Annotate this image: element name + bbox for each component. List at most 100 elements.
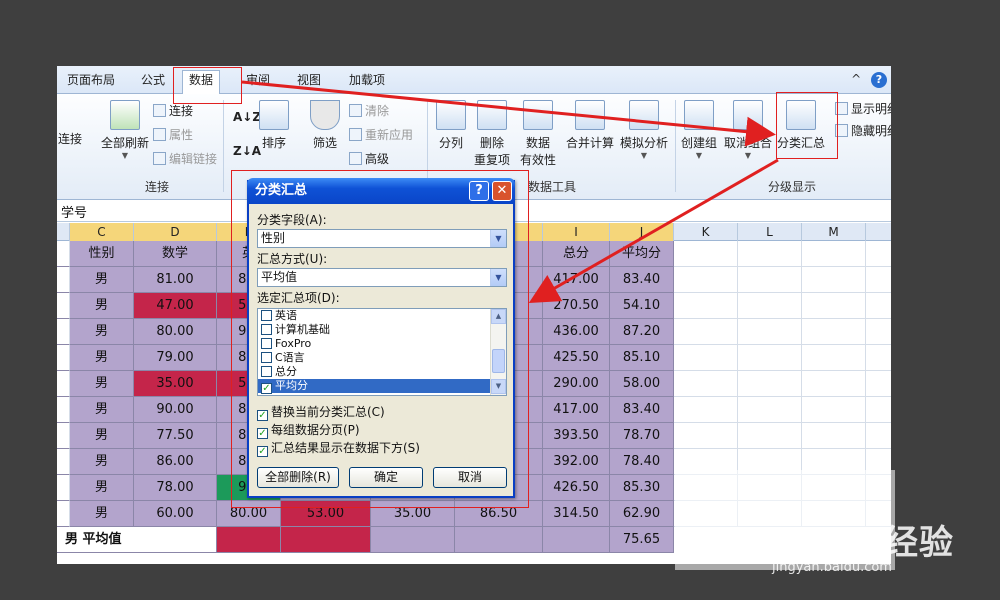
cell[interactable]: 85.10: [610, 345, 674, 371]
checkbox-icon[interactable]: [261, 338, 272, 349]
connections-button[interactable]: 连接: [153, 102, 193, 119]
cell[interactable]: 83.40: [610, 267, 674, 293]
cell[interactable]: 85.30: [610, 475, 674, 501]
dialog-close-icon[interactable]: ✕: [492, 181, 512, 201]
checkbox-checked-icon[interactable]: ✓: [261, 383, 272, 394]
cell[interactable]: 417.00: [543, 397, 610, 423]
cell[interactable]: [674, 397, 738, 423]
tab-addins[interactable]: 加载项: [343, 71, 391, 93]
cell[interactable]: 男: [70, 475, 134, 501]
cell[interactable]: [738, 319, 802, 345]
cell[interactable]: [738, 267, 802, 293]
column-header[interactable]: L: [738, 223, 802, 241]
list-item[interactable]: ✓ 平均分: [258, 379, 506, 394]
summary-label[interactable]: 男 平均值: [57, 527, 217, 553]
show-detail-button[interactable]: 显示明细: [835, 100, 891, 117]
sort-button[interactable]: 排序: [257, 100, 291, 151]
group-button[interactable]: 创建组 ▼: [679, 100, 719, 160]
list-item[interactable]: 计算机基础: [258, 323, 506, 337]
cell[interactable]: 男: [70, 371, 134, 397]
option-below[interactable]: ✓ 汇总结果显示在数据下方(S): [257, 439, 420, 457]
cell[interactable]: 425.50: [543, 345, 610, 371]
cell[interactable]: [866, 345, 891, 371]
row-header[interactable]: [57, 319, 70, 345]
cell[interactable]: 58.00: [610, 371, 674, 397]
dialog-help-icon[interactable]: ?: [469, 181, 489, 201]
ungroup-button[interactable]: 取消组合 ▼: [721, 100, 775, 160]
summary-avg[interactable]: 75.65: [610, 527, 674, 553]
cell[interactable]: [281, 527, 371, 553]
cell[interactable]: 男: [70, 319, 134, 345]
cell[interactable]: [802, 423, 866, 449]
cell[interactable]: [674, 319, 738, 345]
column-header[interactable]: J: [610, 223, 674, 241]
cell[interactable]: 35.00: [134, 371, 217, 397]
checkbox-checked-icon[interactable]: ✓: [257, 428, 268, 439]
cell[interactable]: 436.00: [543, 319, 610, 345]
checkbox-icon[interactable]: [261, 324, 272, 335]
cell[interactable]: 数学: [134, 241, 217, 267]
cell[interactable]: 男: [70, 267, 134, 293]
cell[interactable]: 77.50: [134, 423, 217, 449]
minimize-ribbon-icon[interactable]: ^: [851, 72, 861, 86]
cell[interactable]: [371, 527, 455, 553]
column-header[interactable]: C: [70, 223, 134, 241]
filter-button[interactable]: 筛选: [307, 100, 343, 151]
checkbox-checked-icon[interactable]: ✓: [257, 446, 268, 457]
cell[interactable]: 417.00: [543, 267, 610, 293]
advanced-button[interactable]: 高级: [349, 150, 389, 167]
row-header[interactable]: [57, 371, 70, 397]
cell[interactable]: 78.70: [610, 423, 674, 449]
list-item[interactable]: 总分: [258, 365, 506, 379]
properties-button[interactable]: 属性: [153, 126, 193, 143]
row-header[interactable]: [57, 475, 70, 501]
cell[interactable]: [738, 241, 802, 267]
cell[interactable]: 男: [70, 449, 134, 475]
cell[interactable]: [802, 345, 866, 371]
reapply-button[interactable]: 重新应用: [349, 126, 413, 143]
cell[interactable]: 男: [70, 423, 134, 449]
edit-links-button[interactable]: 编辑链接: [153, 150, 217, 167]
checkbox-icon[interactable]: [261, 352, 272, 363]
cell[interactable]: [866, 371, 891, 397]
cell[interactable]: [866, 293, 891, 319]
row-header[interactable]: [57, 267, 70, 293]
cell[interactable]: 平均分: [610, 241, 674, 267]
scroll-down-icon[interactable]: ▼: [491, 379, 506, 394]
data-validation-button[interactable]: 数据 有效性: [515, 100, 561, 168]
row-header[interactable]: [57, 241, 70, 267]
name-box[interactable]: 学号: [61, 202, 87, 221]
list-item[interactable]: 英语: [258, 309, 506, 323]
checkbox-checked-icon[interactable]: ✓: [257, 410, 268, 421]
tab-review[interactable]: 审阅: [240, 71, 276, 93]
row-header[interactable]: [57, 293, 70, 319]
cell[interactable]: [738, 293, 802, 319]
existing-connections-button[interactable]: 连接: [57, 130, 87, 147]
listbox-scrollbar[interactable]: ▲ ▼: [490, 309, 506, 395]
cell[interactable]: 392.00: [543, 449, 610, 475]
field-select[interactable]: 性别 ▼: [257, 229, 507, 248]
column-header[interactable]: I: [543, 223, 610, 241]
row-header[interactable]: [57, 397, 70, 423]
cell[interactable]: 426.50: [543, 475, 610, 501]
column-header[interactable]: K: [674, 223, 738, 241]
cell[interactable]: 79.00: [134, 345, 217, 371]
scroll-thumb[interactable]: [492, 349, 505, 373]
tab-formulas[interactable]: 公式: [135, 71, 171, 93]
cell[interactable]: [802, 319, 866, 345]
cell[interactable]: [866, 241, 891, 267]
help-icon[interactable]: ?: [871, 72, 887, 88]
option-replace[interactable]: ✓ 替换当前分类汇总(C): [257, 403, 385, 421]
tab-page-layout[interactable]: 页面布局: [61, 71, 121, 93]
consolidate-button[interactable]: 合并计算: [563, 100, 617, 151]
cell[interactable]: [802, 397, 866, 423]
cell[interactable]: 314.50: [543, 501, 610, 527]
checkbox-icon[interactable]: [261, 366, 272, 377]
cell[interactable]: [802, 267, 866, 293]
what-if-button[interactable]: 模拟分析 ▼: [617, 100, 671, 160]
cell[interactable]: 男: [70, 293, 134, 319]
cell[interactable]: 78.40: [610, 449, 674, 475]
remove-duplicates-button[interactable]: 删除 重复项: [471, 100, 513, 168]
row-header[interactable]: [57, 423, 70, 449]
column-header[interactable]: M: [802, 223, 866, 241]
